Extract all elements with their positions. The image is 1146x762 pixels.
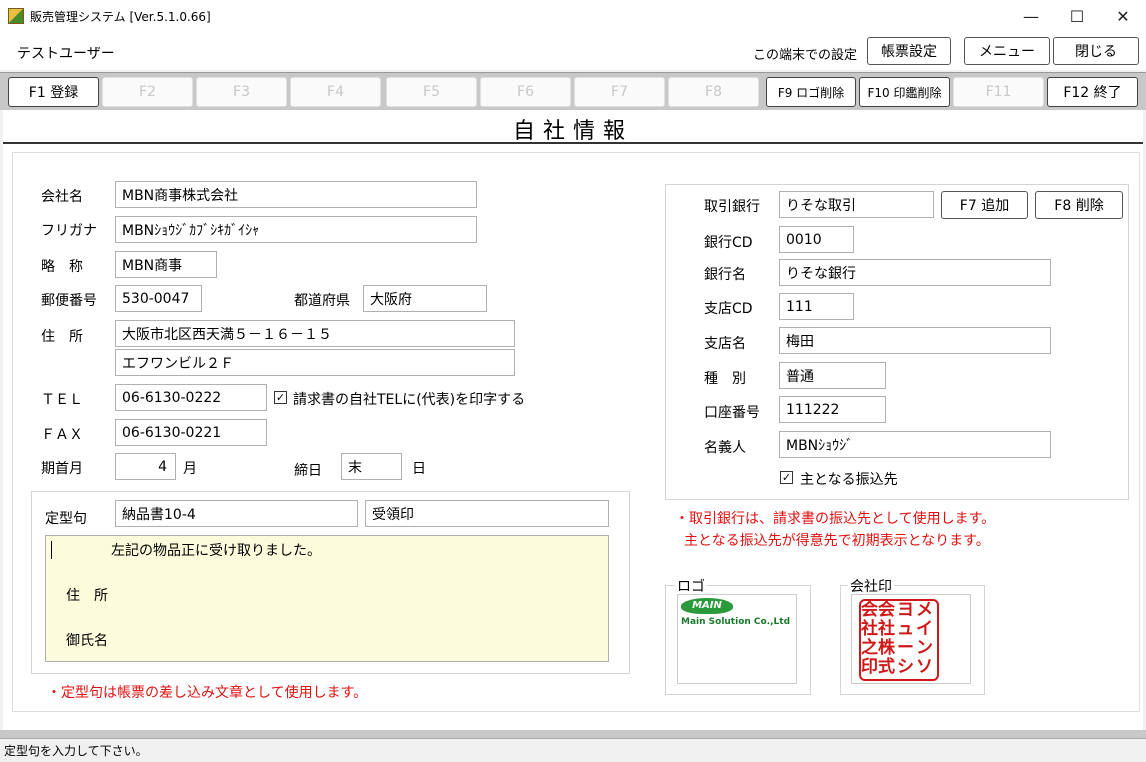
logo-text: Main Solution Co.,Ltd: [681, 617, 791, 627]
main-account-label: 主となる振込先: [800, 472, 898, 488]
f12-exit-button[interactable]: F12 終了: [1047, 77, 1138, 107]
kana-label: フリガナ: [41, 223, 97, 239]
bank-name-label: 銀行名: [704, 267, 746, 283]
account-number-label: 口座番号: [704, 405, 760, 421]
seal-col-4: 会社之印: [861, 600, 878, 677]
local-settings-label: この端末での設定: [753, 48, 858, 63]
bank-name-input[interactable]: りそな銀行: [779, 259, 1051, 286]
status-bar: [0, 738, 1146, 762]
f7-button: F7: [574, 77, 665, 107]
text-cursor: [51, 541, 52, 559]
account-type-input[interactable]: 普通: [779, 362, 886, 389]
phrase-stamp-input[interactable]: 受領印: [365, 500, 609, 527]
f11-button: F11: [953, 77, 1044, 107]
bank-cd-input[interactable]: 0010: [779, 226, 854, 253]
phrase-line2: 住 所: [66, 588, 108, 604]
status-text: 定型句を入力して下さい。: [4, 744, 148, 758]
branch-cd-label: 支店CD: [704, 301, 753, 317]
f2-button: F2: [102, 77, 193, 107]
prefecture-input[interactable]: 大阪府: [363, 285, 487, 312]
tel-input[interactable]: 06-6130-0222: [115, 384, 267, 411]
logo-mark: MAIN: [681, 598, 733, 614]
bottom-strip: [0, 730, 1146, 738]
short-name-input[interactable]: MBN商事: [115, 251, 217, 278]
f8-button: F8: [668, 77, 759, 107]
close-button[interactable]: 閉じる: [1053, 37, 1139, 65]
kana-input[interactable]: MBNｼｮｳｼﾞｶﾌﾞｼｷｶﾞｲｼｬ: [115, 216, 477, 243]
branch-cd-input[interactable]: 111: [779, 293, 854, 320]
seal-col-1: メインソ: [916, 600, 933, 677]
bank-cd-label: 銀行CD: [704, 235, 753, 251]
zip-input[interactable]: 530-0047: [115, 285, 202, 312]
phrase-note: ・定型句は帳票の差し込み文章として使用します。: [47, 685, 368, 701]
f4-button: F4: [290, 77, 381, 107]
menu-button[interactable]: メニュー: [964, 37, 1050, 65]
fiscal-month-label: 期首月: [41, 461, 83, 477]
bank-note-2: 主となる振込先が得意先で初期表示となります。: [684, 533, 990, 549]
address1-input[interactable]: 大阪市北区西天満５－１６－１５: [115, 320, 515, 347]
tel-label: ＴＥＬ: [41, 392, 83, 408]
f6-button: F6: [480, 77, 571, 107]
phrase-label: 定型句: [45, 511, 87, 527]
window-title: 販売管理システム [Ver.5.1.0.66]: [30, 10, 211, 24]
account-type-label: 種 別: [704, 371, 746, 387]
page-title: 自社情報: [512, 119, 633, 144]
seal-label: 会社印: [848, 576, 894, 596]
report-settings-button[interactable]: 帳票設定: [867, 37, 951, 65]
closing-day-input[interactable]: 末: [341, 453, 402, 480]
month-unit: 月: [183, 461, 197, 477]
logo-label: ロゴ: [675, 576, 707, 596]
phrase-line1: 左記の物品正に受け取りました。: [111, 543, 321, 559]
branch-name-label: 支店名: [704, 336, 746, 352]
fax-label: ＦＡＸ: [41, 427, 83, 443]
company-name-label: 会社名: [41, 189, 83, 205]
seal-col-2: ヨューシ: [897, 600, 914, 677]
address-label: 住 所: [41, 329, 83, 345]
account-holder-input[interactable]: MBNｼｮｳｼﾞ: [779, 431, 1051, 458]
close-icon[interactable]: ✕: [1100, 0, 1146, 32]
f10-delete-seal-button[interactable]: F10 印鑑削除: [859, 77, 950, 107]
bank-note-1: ・取引銀行は、請求書の振込先として使用します。: [675, 511, 996, 527]
branch-name-input[interactable]: 梅田: [779, 327, 1051, 354]
maximize-icon[interactable]: ☐: [1054, 0, 1100, 32]
fax-input[interactable]: 06-6130-0221: [115, 419, 267, 446]
delete-bank-button[interactable]: F8 削除: [1035, 191, 1123, 219]
seal-stamp: メインソ ヨューシ 会社株式 会社之印: [859, 599, 939, 681]
user-name: テストユーザー: [17, 46, 115, 62]
account-holder-label: 名義人: [704, 440, 746, 456]
minimize-icon[interactable]: —: [1008, 0, 1054, 32]
closing-day-label: 締日: [294, 463, 322, 479]
tel-print-checkbox[interactable]: ✓: [274, 391, 287, 404]
f9-delete-logo-button[interactable]: F9 ロゴ削除: [766, 77, 856, 107]
phrase-select-input[interactable]: 納品書10-4: [115, 500, 358, 527]
f5-button: F5: [386, 77, 477, 107]
account-number-input[interactable]: 111222: [779, 396, 886, 423]
main-account-checkbox[interactable]: ✓: [780, 471, 793, 484]
seal-col-3: 会社株式: [878, 600, 895, 677]
bank-label: 取引銀行: [704, 199, 760, 215]
zip-label: 郵便番号: [41, 293, 97, 309]
f1-register-button[interactable]: F1 登録: [8, 77, 99, 107]
f3-button: F3: [196, 77, 287, 107]
address2-input[interactable]: エフワンビル２Ｆ: [115, 349, 515, 376]
company-name-input[interactable]: MBN商事株式会社: [115, 181, 477, 208]
short-name-label: 略 称: [41, 259, 83, 275]
tel-print-label: 請求書の自社TELに(代表)を印字する: [293, 392, 526, 408]
phrase-line3: 御氏名: [66, 633, 108, 649]
bank-input[interactable]: りそな取引: [779, 191, 934, 218]
fiscal-month-input[interactable]: 4: [115, 453, 176, 480]
prefecture-label: 都道府県: [294, 293, 350, 309]
day-unit: 日: [412, 461, 426, 477]
app-icon: [8, 8, 24, 24]
add-bank-button[interactable]: F7 追加: [941, 191, 1028, 219]
